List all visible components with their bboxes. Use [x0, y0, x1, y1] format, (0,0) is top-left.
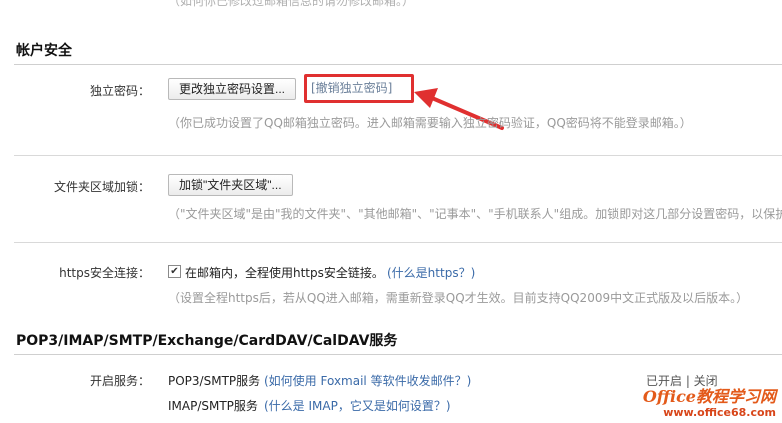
folder-lock-button[interactable]: 加锁"文件夹区域"...: [168, 174, 293, 196]
watermark-title: Office教程学习网: [642, 387, 776, 406]
independent-password-label: 独立密码：: [89, 84, 150, 98]
revoke-independent-password-link[interactable]: [撤销独立密码]: [307, 78, 396, 98]
top-partial-hint: （如何你已修改过邮箱信息的请勿修改邮箱。）: [168, 0, 415, 8]
folder-lock-hint: （"文件夹区域"是由"我的文件夹"、"其他邮箱"、"记事本"、"手机联系人"组成…: [168, 207, 782, 221]
what-is-https-link[interactable]: (什么是https？): [387, 264, 475, 281]
section-title-account-security: 帐户安全: [16, 43, 72, 59]
independent-password-hint: （你已成功设置了QQ邮箱独立密码。进入邮箱需要输入独立密码验证，QQ密码将不能登…: [168, 116, 692, 130]
service-name-imap-smtp: IMAP/SMTP服务: [168, 399, 258, 413]
section-divider: [14, 354, 782, 355]
row-divider: [14, 155, 782, 156]
imap-help-link[interactable]: (什么是 IMAP，它又是如何设置？): [264, 397, 451, 414]
https-label: https安全连接：: [59, 266, 150, 280]
https-checkbox-text: 在邮箱内，全程使用https安全链接。: [185, 266, 384, 280]
section-title-pop3: POP3/IMAP/SMTP/Exchange/CardDAV/CalDAV服务: [16, 333, 398, 349]
watermark-logo: Office教程学习网 www.office68.com: [642, 387, 776, 420]
row-divider: [14, 242, 782, 243]
foxmail-help-link[interactable]: (如何使用 Foxmail 等软件收发邮件？): [264, 372, 471, 389]
https-hint: （设置全程https后，若从QQ进入邮箱，需重新登录QQ才生效。目前支持QQ20…: [168, 291, 749, 305]
service-name-pop3-smtp: POP3/SMTP服务: [168, 374, 261, 388]
watermark-url: www.office68.com: [663, 406, 776, 419]
folder-lock-label: 文件夹区域加锁：: [53, 180, 150, 194]
https-checkbox[interactable]: ✔: [168, 265, 181, 278]
change-independent-password-button[interactable]: 更改独立密码设置...: [168, 78, 297, 100]
section-divider: [14, 64, 782, 65]
enable-service-label: 开启服务：: [89, 374, 150, 388]
